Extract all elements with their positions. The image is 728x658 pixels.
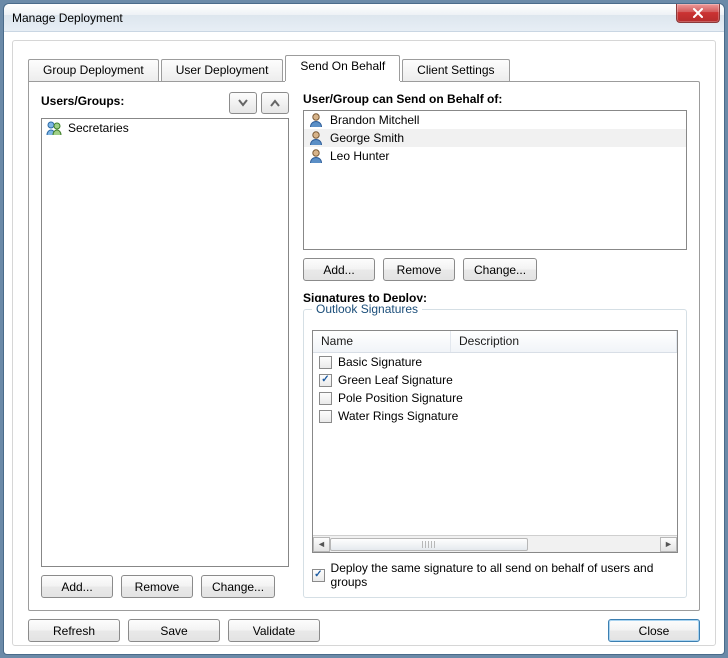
row-checkbox[interactable]	[319, 374, 332, 387]
refresh-button[interactable]: Refresh	[28, 619, 120, 642]
tab-group-deployment[interactable]: Group Deployment	[28, 59, 159, 82]
table-row[interactable]: Water Rings Signature	[313, 407, 677, 425]
table-row[interactable]: Green Leaf Signature	[313, 371, 677, 389]
move-down-button[interactable]	[229, 92, 257, 114]
table-body[interactable]: Basic Signature Green Leaf Signature Pole …	[313, 353, 677, 535]
scroll-thumb[interactable]	[330, 538, 528, 551]
columns: Users/Groups: Secretaries Add... Remove …	[41, 92, 687, 598]
button-label: Refresh	[53, 624, 95, 638]
close-icon	[692, 8, 704, 18]
user-icon	[308, 130, 324, 146]
row-name: Pole Position Signature	[338, 391, 463, 405]
left-add-button[interactable]: Add...	[41, 575, 113, 598]
column-description[interactable]: Description	[451, 331, 677, 352]
row-name: Water Rings Signature	[338, 409, 458, 423]
list-item[interactable]: Leo Hunter	[304, 147, 686, 165]
list-item[interactable]: Secretaries	[42, 119, 288, 137]
button-label: Validate	[253, 624, 295, 638]
button-label: Close	[639, 624, 670, 638]
reorder-buttons	[229, 92, 289, 114]
users-groups-label: Users/Groups:	[41, 94, 124, 108]
users-groups-list[interactable]: Secretaries	[41, 118, 289, 567]
validate-button[interactable]: Validate	[228, 619, 320, 642]
titlebar: Manage Deployment	[4, 4, 724, 32]
sob-title: User/Group can Send on Behalf of:	[303, 92, 687, 106]
user-icon	[308, 112, 324, 128]
left-change-button[interactable]: Change...	[201, 575, 275, 598]
save-button[interactable]: Save	[128, 619, 220, 642]
left-header: Users/Groups:	[41, 92, 289, 114]
button-label: Add...	[61, 580, 92, 594]
sob-add-button[interactable]: Add...	[303, 258, 375, 281]
scroll-left-button[interactable]: ◄	[313, 537, 330, 552]
bottom-bar: Refresh Save Validate Close	[28, 619, 700, 642]
tab-strip: Group Deployment User Deployment Send On…	[28, 55, 700, 81]
tab-label: Client Settings	[417, 63, 494, 77]
button-label: Save	[160, 624, 187, 638]
list-item-label: George Smith	[330, 131, 404, 145]
left-remove-button[interactable]: Remove	[121, 575, 193, 598]
horizontal-scrollbar[interactable]: ◄ ►	[313, 535, 677, 552]
sob-button-row: Add... Remove Change...	[303, 258, 687, 281]
tab-client-settings[interactable]: Client Settings	[402, 59, 509, 82]
list-item[interactable]: Brandon Mitchell	[304, 111, 686, 129]
row-name: Basic Signature	[338, 355, 422, 369]
list-item-label: Brandon Mitchell	[330, 113, 419, 127]
user-icon	[308, 148, 324, 164]
outlook-signatures-group: Outlook Signatures Name Description Basi…	[303, 309, 687, 598]
table-header: Name Description	[313, 331, 677, 353]
left-button-row: Add... Remove Change...	[41, 575, 289, 598]
button-label: Change...	[474, 263, 526, 277]
deploy-same-checkbox[interactable]	[312, 569, 325, 582]
left-column: Users/Groups: Secretaries Add... Remove …	[41, 92, 289, 598]
group-icon	[46, 120, 62, 136]
close-window-button[interactable]	[676, 4, 720, 23]
chevron-up-icon	[270, 99, 280, 107]
tab-page: Users/Groups: Secretaries Add... Remove …	[28, 81, 700, 611]
scroll-right-button[interactable]: ►	[660, 537, 677, 552]
deploy-same-label: Deploy the same signature to all send on…	[331, 561, 678, 589]
send-on-behalf-list[interactable]: Brandon Mitchell George Smith Leo Hunter	[303, 110, 687, 250]
deploy-same-row: Deploy the same signature to all send on…	[312, 561, 678, 589]
column-name[interactable]: Name	[313, 331, 451, 352]
sob-remove-button[interactable]: Remove	[383, 258, 455, 281]
window-title: Manage Deployment	[12, 11, 123, 25]
list-item-label: Leo Hunter	[330, 149, 389, 163]
table-row[interactable]: Pole Position Signature	[313, 389, 677, 407]
chevron-down-icon	[238, 99, 248, 107]
scroll-track[interactable]	[330, 537, 660, 552]
tab-label: User Deployment	[176, 63, 269, 77]
row-checkbox[interactable]	[319, 410, 332, 423]
tab-label: Send On Behalf	[300, 59, 385, 73]
button-label: Remove	[135, 580, 180, 594]
scroll-grip-icon	[422, 541, 436, 548]
tab-label: Group Deployment	[43, 63, 144, 77]
tab-user-deployment[interactable]: User Deployment	[161, 59, 284, 82]
button-label: Remove	[397, 263, 442, 277]
row-checkbox[interactable]	[319, 392, 332, 405]
row-checkbox[interactable]	[319, 356, 332, 369]
list-item[interactable]: George Smith	[304, 129, 686, 147]
sob-change-button[interactable]: Change...	[463, 258, 537, 281]
groupbox-legend: Outlook Signatures	[312, 302, 422, 316]
close-button[interactable]: Close	[608, 619, 700, 642]
right-column: User/Group can Send on Behalf of: Brando…	[303, 92, 687, 598]
table-row[interactable]: Basic Signature	[313, 353, 677, 371]
tab-send-on-behalf[interactable]: Send On Behalf	[285, 55, 400, 81]
window: Manage Deployment Group Deployment User …	[3, 3, 725, 655]
button-label: Change...	[212, 580, 264, 594]
move-up-button[interactable]	[261, 92, 289, 114]
signatures-table: Name Description Basic Signature Green Le…	[312, 330, 678, 553]
list-item-label: Secretaries	[68, 121, 129, 135]
row-name: Green Leaf Signature	[338, 373, 453, 387]
client-area: Group Deployment User Deployment Send On…	[12, 40, 716, 646]
button-label: Add...	[323, 263, 354, 277]
